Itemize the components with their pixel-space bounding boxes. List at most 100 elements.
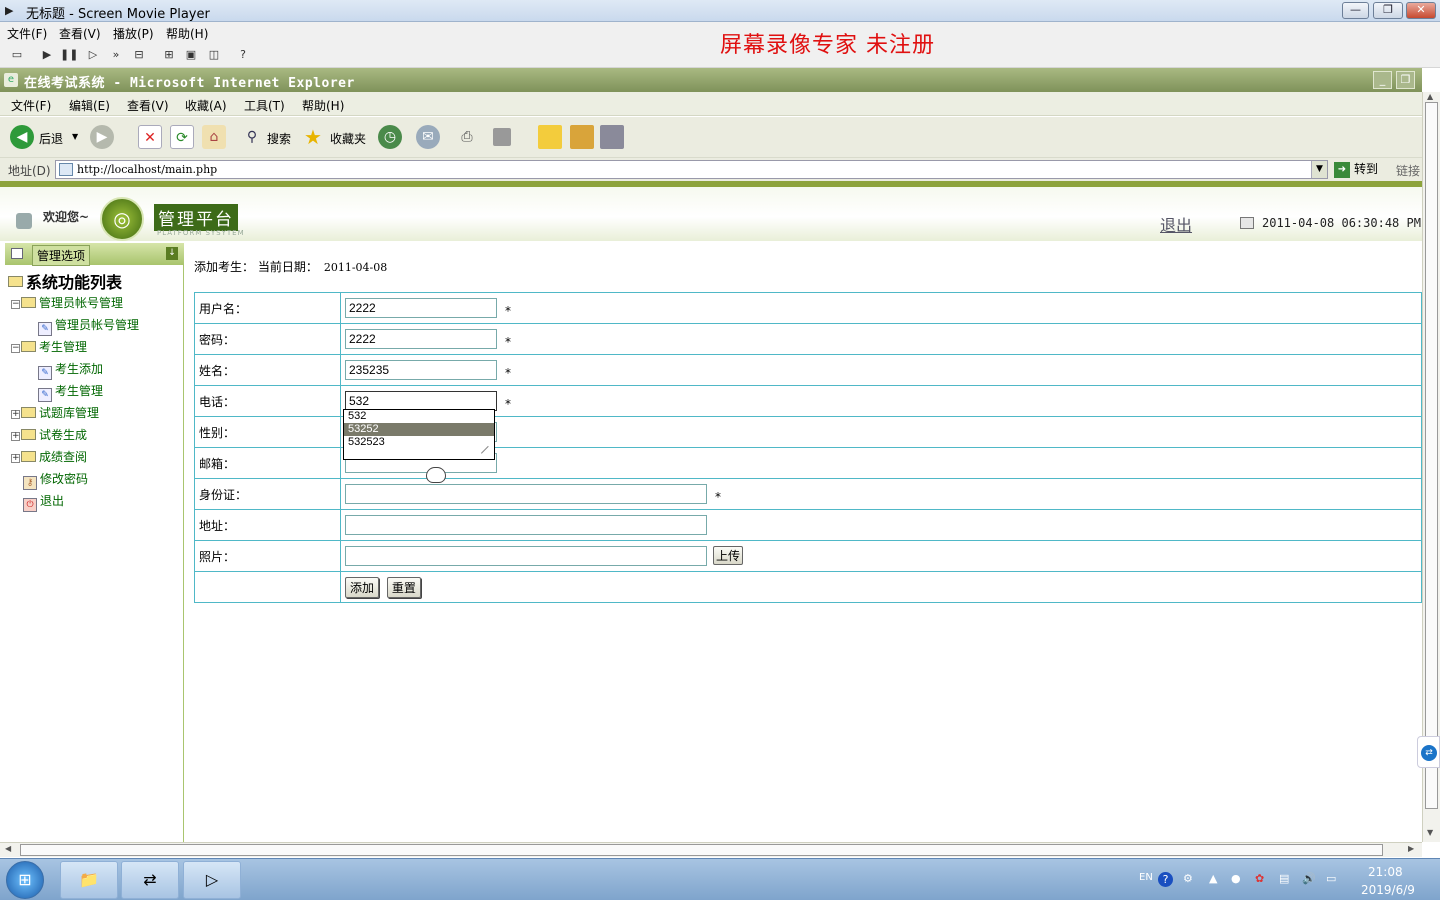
address-dropdown-icon[interactable]: ▼ (1311, 161, 1327, 178)
stop-icon[interactable]: ✕ (138, 125, 162, 149)
search-label[interactable]: 搜索 (267, 130, 291, 147)
forward-icon[interactable]: ▶ (90, 125, 114, 149)
scroll-down-icon[interactable]: ▼ (1427, 828, 1433, 837)
sidebar-item-manage-examinee[interactable]: ✎ 考生管理 (38, 382, 103, 402)
chat-tray-icon[interactable]: ● (1231, 872, 1241, 885)
fast-forward-icon[interactable]: » (107, 46, 125, 64)
ie-menu-view[interactable]: 查看(V) (127, 97, 169, 114)
username-input[interactable]: 2222 (345, 297, 497, 318)
collapse-toggle-icon[interactable]: − (11, 300, 20, 309)
language-indicator[interactable]: EN (1139, 872, 1153, 883)
sidebar-item-add-examinee[interactable]: ✎ 考生添加 (38, 360, 103, 380)
address-input[interactable] (345, 515, 707, 535)
back-dropdown-icon[interactable]: ▼ (72, 132, 78, 141)
sidebar-item-admin-account-manage[interactable]: ✎ 管理员帐号管理 (38, 316, 139, 336)
favorites-label[interactable]: 收藏夹 (330, 130, 366, 147)
pause-icon[interactable]: ❚❚ (60, 46, 78, 64)
fit-icon[interactable]: ⊞ (160, 46, 178, 64)
research-icon[interactable] (570, 125, 594, 149)
refresh-icon[interactable]: ⟳ (170, 125, 194, 149)
restore-button[interactable]: ❐ (1373, 2, 1403, 19)
messenger-icon[interactable] (600, 125, 624, 149)
fullscreen-icon[interactable]: ▣ (182, 46, 200, 64)
player-menu-play[interactable]: 播放(P) (113, 25, 154, 42)
scroll-left-icon[interactable]: ◀ (5, 844, 11, 853)
sidebar-item-examinee-management[interactable]: − 考生管理 (11, 338, 87, 355)
address-url[interactable]: http://localhost/main.php (77, 163, 217, 176)
ie-menu-favorites[interactable]: 收藏(A) (185, 97, 227, 114)
start-button[interactable]: ⊞ (6, 861, 44, 899)
links-button[interactable]: 链接 (1396, 162, 1420, 179)
expand-toggle-icon[interactable]: + (11, 410, 20, 419)
idcard-input[interactable] (345, 483, 707, 504)
collapse-toggle-icon[interactable]: − (11, 344, 20, 353)
ie-minimize-button[interactable]: _ (1373, 71, 1392, 89)
home-icon[interactable]: ⌂ (202, 125, 226, 149)
add-button[interactable]: 添加 (345, 576, 380, 598)
vertical-scrollbar[interactable]: ▲ ▼ (1422, 92, 1440, 842)
history-icon[interactable]: ◷ (378, 125, 402, 149)
minimize-button[interactable]: — (1342, 2, 1369, 19)
horizontal-scrollbar[interactable]: ◀ ▶ (0, 842, 1422, 857)
sidebar-item-paper-generation[interactable]: + 试卷生成 (11, 426, 87, 443)
horizontal-scroll-thumb[interactable] (20, 844, 1383, 856)
ie-menu-help[interactable]: 帮助(H) (302, 97, 344, 114)
teamviewer-taskbar-icon[interactable]: ⇄ (121, 861, 179, 899)
monitor-tray-icon[interactable]: ▭ (1326, 872, 1336, 885)
help-icon[interactable]: ? (234, 46, 252, 64)
clock-date[interactable]: 2019/6/9 (1361, 883, 1415, 897)
autocomplete-option[interactable]: 532523 (344, 436, 494, 449)
collapse-icon[interactable]: ↓ (166, 247, 178, 260)
autocomplete-option[interactable]: 532 (344, 410, 494, 423)
photo-input[interactable] (345, 546, 707, 567)
network-tray-icon[interactable]: ▤ (1279, 872, 1289, 885)
player-menu-help[interactable]: 帮助(H) (166, 25, 208, 42)
sidebar-item-question-bank[interactable]: + 试题库管理 (11, 404, 99, 421)
mail-icon[interactable]: ✉ (416, 125, 440, 149)
sidebar-item-change-password[interactable]: ⚷ 修改密码 (23, 470, 88, 490)
name-input[interactable]: 235235 (345, 359, 497, 380)
app-tray-icon[interactable]: ✿ (1255, 872, 1264, 885)
go-button[interactable]: ➜ 转到 (1334, 160, 1378, 178)
show-hidden-icons[interactable]: ▲ (1209, 872, 1217, 885)
player-menu-file[interactable]: 文件(F) (7, 25, 47, 42)
explorer-taskbar-icon[interactable]: 📁 (60, 861, 118, 899)
play-icon[interactable]: ▶ (38, 46, 56, 64)
clock-time[interactable]: 21:08 (1368, 865, 1403, 879)
movie-player-taskbar-icon[interactable]: ▷ (183, 861, 241, 899)
phone-input[interactable]: 532 (345, 390, 497, 411)
favorites-icon[interactable]: ★ (301, 125, 325, 149)
player-menu-view[interactable]: 查看(V) (59, 25, 101, 42)
note-icon[interactable] (538, 125, 562, 149)
sidebar-item-score-query[interactable]: + 成绩查阅 (11, 448, 87, 465)
edit-icon[interactable] (493, 128, 511, 146)
step-icon[interactable]: ▷ (84, 46, 102, 64)
teamviewer-side-widget[interactable]: ⇄ (1417, 736, 1440, 768)
sidebar-item-logout[interactable]: ⏻ 退出 (23, 492, 64, 512)
print-icon[interactable]: ⎙ (455, 125, 479, 149)
scroll-right-icon[interactable]: ▶ (1408, 844, 1414, 853)
help-tray-icon[interactable]: ? (1158, 872, 1173, 887)
logout-link[interactable]: 退出 (1160, 212, 1192, 236)
ie-restore-button[interactable]: ❐ (1396, 71, 1415, 89)
ie-menu-edit[interactable]: 编辑(E) (69, 97, 110, 114)
vertical-scroll-thumb[interactable] (1425, 102, 1438, 809)
expand-toggle-icon[interactable]: + (11, 454, 20, 463)
volume-icon[interactable]: 🔊 (1302, 872, 1316, 885)
back-label[interactable]: 后退 (39, 130, 63, 147)
window-icon[interactable]: ◫ (205, 46, 223, 64)
back-icon[interactable]: ◀ (10, 125, 34, 149)
record-icon[interactable]: ⊟ (130, 46, 148, 64)
scroll-up-icon[interactable]: ▲ (1427, 92, 1433, 101)
password-input[interactable]: 2222 (345, 328, 497, 349)
ie-menu-tools[interactable]: 工具(T) (244, 97, 285, 114)
reset-button[interactable]: 重置 (386, 576, 421, 598)
autocomplete-option-selected[interactable]: 53252 (344, 423, 494, 436)
address-input[interactable]: http://localhost/main.php ▼ (55, 160, 1328, 179)
expand-toggle-icon[interactable]: + (11, 432, 20, 441)
ie-menu-file[interactable]: 文件(F) (11, 97, 51, 114)
search-icon[interactable]: ⚲ (240, 125, 264, 149)
ime-settings-icon[interactable]: ⚙ (1183, 872, 1193, 885)
close-button[interactable]: ✕ (1406, 2, 1436, 19)
open-icon[interactable]: ▭ (8, 46, 26, 64)
